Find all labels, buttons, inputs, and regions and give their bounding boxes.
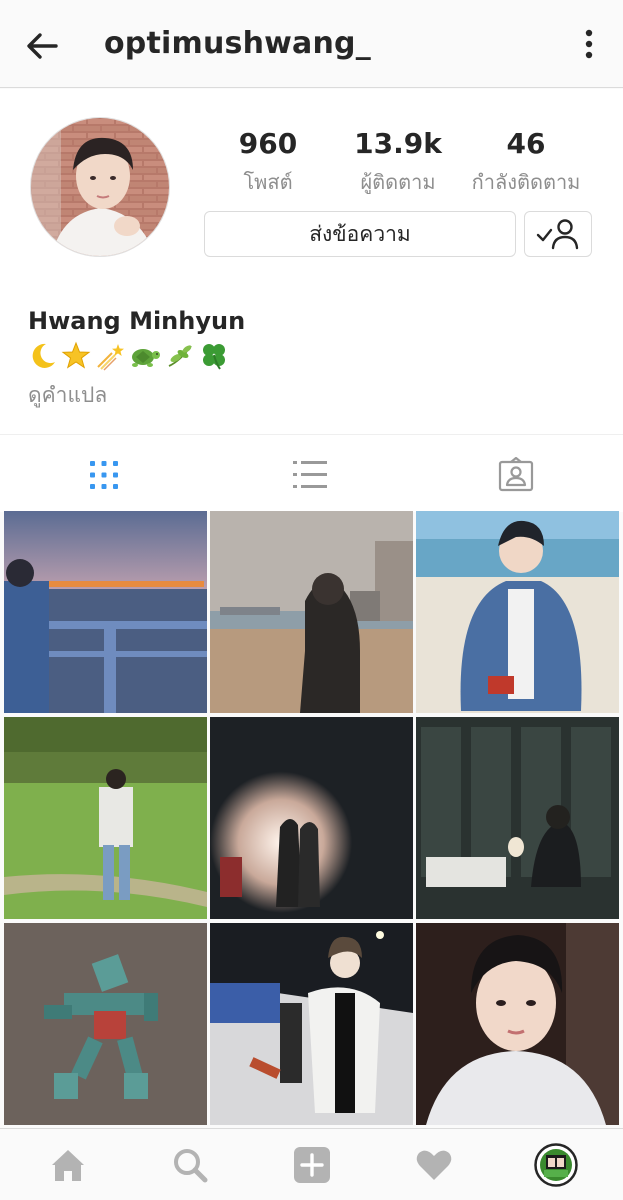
list-icon: [293, 461, 327, 488]
instagram-profile-screen: optimushwang_ 960 โพสต์ 13.9k ผู้ติดตาม …: [0, 0, 623, 1200]
profile-avatar[interactable]: [30, 117, 170, 257]
following-count-stat[interactable]: 46 กำลังติดตาม: [456, 127, 596, 198]
profile-full-name: Hwang Minhyun: [28, 307, 246, 335]
following-check-user-icon: [536, 219, 579, 250]
activity-heart-icon[interactable]: [412, 1143, 456, 1187]
post-thumbnail[interactable]: [416, 923, 619, 1125]
post-thumbnail[interactable]: [416, 717, 619, 919]
followers-count-stat[interactable]: 13.9k ผู้ติดตาม: [328, 127, 468, 198]
posts-grid: [4, 511, 620, 1125]
shooting-star-icon: [97, 344, 124, 371]
tab-tagged-photos[interactable]: [496, 457, 536, 493]
four-leaf-clover-icon: [203, 344, 225, 370]
post-thumbnail[interactable]: [416, 511, 619, 713]
add-post-icon[interactable]: [290, 1143, 334, 1187]
following-status-button[interactable]: [524, 211, 592, 257]
posts-label: โพสต์: [243, 170, 293, 194]
posts-count: 960: [238, 127, 298, 160]
post-thumbnail[interactable]: [210, 923, 413, 1125]
top-app-bar: optimushwang_: [0, 0, 623, 88]
followers-count: 13.9k: [354, 127, 442, 160]
star-icon: [61, 341, 91, 369]
see-translation-link[interactable]: ดูคำแปล: [28, 379, 107, 412]
back-arrow-icon[interactable]: [22, 26, 62, 66]
profile-bio: [26, 341, 230, 371]
grid-icon: [90, 461, 118, 489]
search-icon[interactable]: [168, 1143, 212, 1187]
home-icon[interactable]: [46, 1143, 90, 1187]
bottom-navigation-bar: [0, 1128, 623, 1200]
tab-grid-view[interactable]: [84, 457, 124, 493]
tab-list-view[interactable]: [290, 457, 330, 493]
post-thumbnail[interactable]: [210, 511, 413, 713]
more-options-icon[interactable]: [575, 26, 603, 62]
herb-icon: [168, 345, 192, 367]
crescent-moon-icon: [32, 343, 55, 368]
tagged-person-icon: [498, 457, 534, 492]
posts-count-stat[interactable]: 960 โพสต์: [198, 127, 338, 198]
profile-content-tabs: [0, 434, 623, 512]
followers-label: ผู้ติดตาม: [360, 170, 436, 194]
post-thumbnail[interactable]: [4, 923, 207, 1125]
following-label: กำลังติดตาม: [471, 170, 581, 194]
following-count: 46: [506, 127, 546, 160]
post-thumbnail[interactable]: [210, 717, 413, 919]
turtle-icon: [132, 349, 160, 367]
post-thumbnail[interactable]: [4, 511, 207, 713]
send-message-button[interactable]: ส่งข้อความ: [204, 211, 516, 257]
post-thumbnail[interactable]: [4, 717, 207, 919]
profile-avatar-nav-icon[interactable]: [534, 1143, 578, 1187]
profile-header: 960 โพสต์ 13.9k ผู้ติดตาม 46 กำลังติดตาม…: [0, 89, 623, 434]
profile-username-title: optimushwang_: [104, 26, 371, 61]
